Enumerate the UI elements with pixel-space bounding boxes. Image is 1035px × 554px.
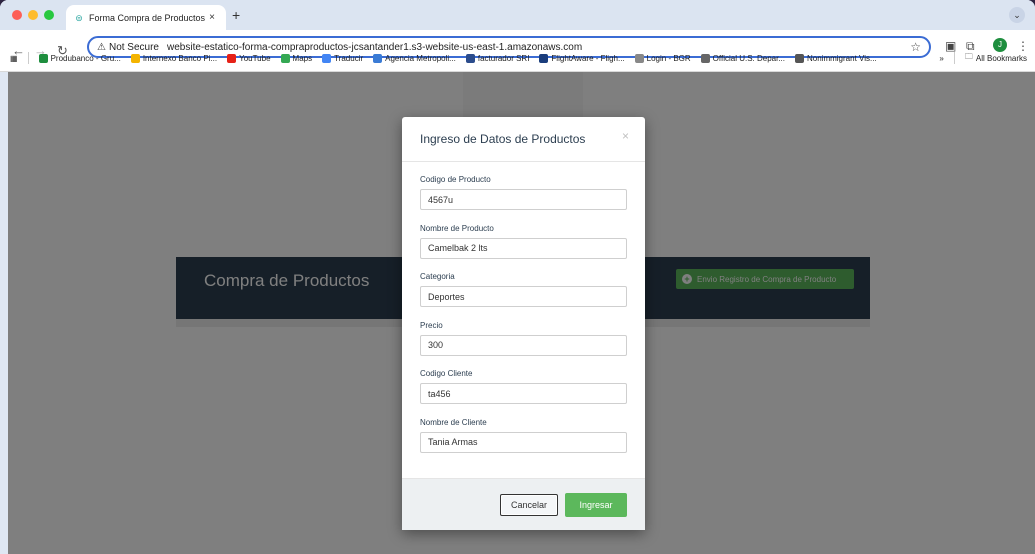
field-input[interactable]: ta456 <box>420 383 627 404</box>
bookmark-label: Internexo Banco Pi... <box>142 53 218 63</box>
sri-icon <box>465 53 475 63</box>
bgr-icon <box>634 53 644 63</box>
modal-footer: Cancelar Ingresar <box>402 478 645 530</box>
new-tab-button[interactable]: + <box>232 7 240 23</box>
bookmark-label: Traducir <box>334 53 364 63</box>
bookmark-item[interactable]: Official U.S. Depar... <box>700 53 785 63</box>
bookmark-item[interactable]: FlightAware - Fligh... <box>539 53 625 63</box>
tab-search-chevron-icon[interactable]: ⌄ <box>1009 7 1025 23</box>
bookmark-label: Agencia Metropoli... <box>385 53 456 63</box>
apps-grid-icon[interactable]: ▦ <box>10 54 18 63</box>
translate-icon <box>322 53 332 63</box>
modal-header: Ingreso de Datos de Productos × <box>402 117 645 162</box>
all-bookmarks-link[interactable]: All Bookmarks <box>976 54 1027 63</box>
tab-title: Forma Compra de Productos <box>89 12 206 23</box>
field-input[interactable]: Tania Armas <box>420 431 627 453</box>
field-label: Codigo de Producto <box>420 175 491 184</box>
tab-close-icon[interactable]: × <box>206 12 218 23</box>
bookmark-item[interactable]: Internexo Banco Pi... <box>130 53 218 63</box>
submit-button[interactable]: Ingresar <box>565 493 627 517</box>
field-label: Nombre de Cliente <box>420 417 487 427</box>
field-input[interactable]: Camelbak 2 lts <box>420 237 627 259</box>
field-label: Codigo Cliente <box>420 369 473 378</box>
bookmark-item[interactable]: YouTube <box>227 53 271 63</box>
bookmark-item[interactable]: Login - BGR <box>634 53 691 63</box>
bookmark-item[interactable]: Produbanco - Gru... <box>38 53 121 63</box>
bank-icon <box>130 53 140 63</box>
cancel-button[interactable]: Cancelar <box>500 494 558 516</box>
flight-icon <box>539 53 549 63</box>
maximize-window-button[interactable] <box>44 10 54 20</box>
browser-window: ⊜ Forma Compra de Productos × + ⌄ ← → ↻ … <box>0 0 1035 554</box>
bookmark-item[interactable]: Agencia Metropoli... <box>373 53 456 63</box>
page-content: Compra de Productos + Envio Registro de … <box>8 72 1035 554</box>
field-label: Categoria <box>420 272 455 281</box>
close-window-button[interactable] <box>12 10 22 20</box>
bookmark-label: YouTube <box>239 53 271 63</box>
bookmark-label: Official U.S. Depar... <box>712 53 785 63</box>
field-input[interactable]: 4567u <box>420 189 627 210</box>
bookmark-label: facturador SRI <box>477 53 530 63</box>
agency-icon <box>373 53 383 63</box>
bookmarks-divider <box>27 52 29 64</box>
product-entry-modal: Ingreso de Datos de Productos × Codigo d… <box>402 117 645 530</box>
bookmark-label: Maps <box>292 53 313 63</box>
tab-favicon-icon: ⊜ <box>75 12 83 23</box>
field-input[interactable]: Deportes <box>420 286 627 307</box>
bookmark-label: Nonimmigrant Vis... <box>807 53 877 63</box>
bookmarks-overflow-icon[interactable]: » <box>939 54 943 63</box>
bookmark-item[interactable]: Nonimmigrant Vis... <box>795 53 877 63</box>
bookmark-label: FlightAware - Fligh... <box>551 53 625 63</box>
folder-icon: 🗀 <box>964 52 973 61</box>
bookmarks-right: » 🗀 All Bookmarks <box>939 46 1027 70</box>
bookmarks-bar: ▦ Produbanco - Gru... Internexo Banco Pi.… <box>0 46 1035 70</box>
link-icon <box>700 53 710 63</box>
bookmark-item[interactable]: facturador SRI <box>465 53 530 63</box>
active-tab[interactable]: ⊜ Forma Compra de Productos × <box>66 5 226 30</box>
bookmark-label: Login - BGR <box>646 53 691 63</box>
modal-title: Ingreso de Datos de Productos <box>420 132 586 146</box>
maps-icon <box>280 53 290 63</box>
modal-close-icon[interactable]: × <box>622 129 629 143</box>
field-input[interactable]: 300 <box>420 334 627 356</box>
bookmark-label: Produbanco - Gru... <box>50 53 121 63</box>
bookmarks-right-divider <box>953 52 955 64</box>
globe-icon <box>795 53 804 63</box>
bookmark-item[interactable]: Traducir <box>322 53 364 63</box>
star-icon <box>38 53 48 63</box>
field-label: Nombre de Producto <box>420 223 494 233</box>
bookmark-item[interactable]: Maps <box>280 53 313 63</box>
youtube-icon <box>227 53 237 63</box>
field-label: Precio <box>420 320 443 330</box>
minimize-window-button[interactable] <box>28 10 38 20</box>
tab-strip: ⊜ Forma Compra de Productos × + ⌄ <box>0 0 1035 30</box>
